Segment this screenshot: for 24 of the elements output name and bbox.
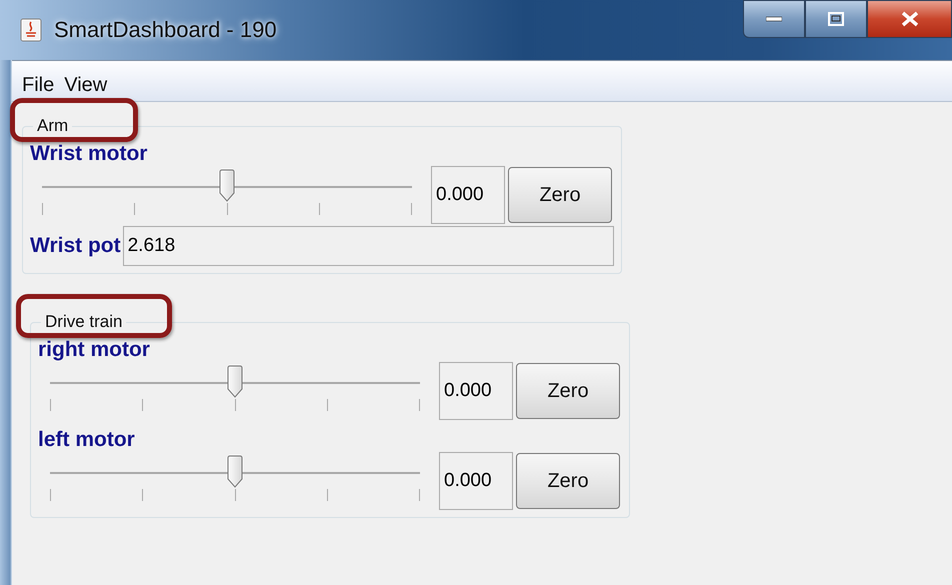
field-label: Wrist pot <box>30 234 121 258</box>
zero-button[interactable]: Zero <box>508 167 612 223</box>
maximize-icon <box>828 12 844 26</box>
maximize-button[interactable] <box>805 0 867 38</box>
app-icon <box>20 18 42 42</box>
zero-button[interactable]: Zero <box>516 363 620 419</box>
slider-label: right motor <box>38 338 150 361</box>
close-icon <box>900 11 920 27</box>
value-display: 0.000 <box>431 166 505 224</box>
value-display: 0.000 <box>439 362 513 420</box>
slider-thumb[interactable] <box>226 455 244 489</box>
close-button[interactable] <box>867 0 952 38</box>
slider-thumb[interactable] <box>218 169 236 203</box>
slider-label: left motor <box>38 428 135 451</box>
menu-item[interactable]: File <box>22 74 54 97</box>
value-display: 0.000 <box>439 452 513 510</box>
slider-label: Wrist motor <box>30 142 148 165</box>
minimize-button[interactable] <box>743 0 805 38</box>
minimize-icon <box>766 16 782 22</box>
value-field[interactable]: 2.618 <box>122 226 614 266</box>
window-title: SmartDashboard - 190 <box>54 17 277 43</box>
menu-item[interactable]: View <box>64 74 108 97</box>
zero-button[interactable]: Zero <box>516 453 620 509</box>
slider-thumb[interactable] <box>226 365 244 399</box>
